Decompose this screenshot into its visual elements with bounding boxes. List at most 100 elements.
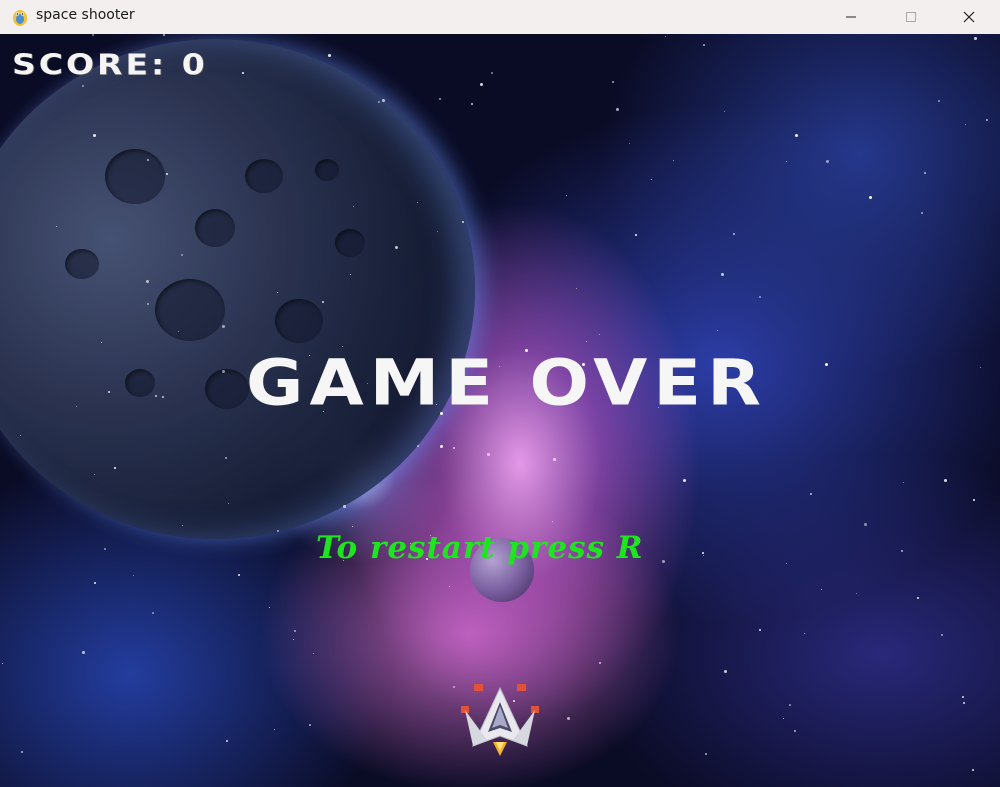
- star: [962, 696, 964, 698]
- planet-background: [0, 39, 475, 539]
- crater: [245, 159, 283, 193]
- star: [322, 301, 324, 303]
- star: [462, 221, 464, 223]
- star: [20, 435, 21, 436]
- maximize-icon: [906, 12, 916, 22]
- star: [162, 396, 164, 398]
- star: [228, 503, 229, 504]
- star: [941, 634, 943, 636]
- star: [294, 630, 296, 632]
- star: [795, 134, 798, 137]
- star: [480, 83, 483, 86]
- star: [343, 505, 346, 508]
- star: [599, 662, 601, 664]
- star: [717, 330, 718, 331]
- star: [612, 81, 614, 83]
- star: [629, 143, 630, 144]
- star: [181, 254, 183, 256]
- star: [92, 34, 94, 36]
- star: [328, 54, 331, 57]
- star: [163, 34, 165, 36]
- star: [810, 493, 812, 495]
- star: [705, 753, 707, 755]
- star: [586, 341, 587, 342]
- star: [864, 523, 867, 526]
- star: [665, 36, 666, 37]
- star: [733, 233, 735, 235]
- star: [352, 526, 353, 527]
- star: [114, 467, 116, 469]
- star: [804, 633, 805, 634]
- game-canvas[interactable]: SCORE: 0 GAME OVER To restart press R: [0, 34, 1000, 787]
- score-display: SCORE: 0: [12, 48, 208, 81]
- star: [82, 651, 85, 654]
- star: [222, 370, 225, 373]
- star: [821, 589, 822, 590]
- score-label: SCORE:: [12, 48, 168, 82]
- star: [226, 740, 228, 742]
- star: [651, 179, 652, 180]
- star: [21, 751, 23, 753]
- star: [759, 629, 761, 631]
- star: [94, 582, 96, 584]
- star: [974, 37, 977, 40]
- star: [133, 575, 134, 576]
- crater: [335, 229, 365, 257]
- game-over-text: GAME OVER: [246, 346, 767, 420]
- star: [972, 769, 974, 771]
- crater: [205, 369, 249, 409]
- star: [794, 730, 796, 732]
- star: [783, 718, 784, 719]
- spaceship-icon: [461, 684, 539, 756]
- star: [76, 406, 77, 407]
- star: [491, 72, 493, 74]
- title-bar[interactable]: space shooter: [0, 0, 1000, 34]
- star: [274, 729, 275, 730]
- star: [789, 704, 791, 706]
- minimize-icon: [846, 16, 856, 18]
- star: [309, 724, 311, 726]
- star: [924, 172, 926, 174]
- star: [986, 119, 988, 121]
- star: [178, 331, 179, 332]
- star: [104, 548, 106, 550]
- maximize-button[interactable]: [882, 0, 940, 34]
- star: [965, 124, 966, 125]
- star: [759, 296, 761, 298]
- star: [980, 367, 981, 368]
- star: [566, 195, 567, 196]
- close-button[interactable]: [940, 0, 998, 34]
- star: [382, 99, 385, 102]
- star: [94, 474, 95, 475]
- star: [702, 552, 704, 554]
- star: [567, 717, 570, 720]
- star: [108, 391, 110, 393]
- star: [269, 607, 270, 608]
- star: [437, 231, 438, 232]
- star: [487, 453, 490, 456]
- star: [826, 160, 829, 163]
- star: [222, 325, 225, 328]
- close-icon: [963, 11, 975, 23]
- star: [93, 134, 96, 137]
- star: [963, 702, 965, 704]
- star: [417, 202, 418, 203]
- star: [313, 653, 314, 654]
- star: [786, 563, 787, 564]
- star: [703, 44, 705, 46]
- star: [155, 395, 157, 397]
- crater: [65, 249, 99, 279]
- star: [786, 161, 787, 162]
- crater: [125, 369, 155, 397]
- star: [395, 246, 398, 249]
- star: [277, 530, 279, 532]
- minimize-button[interactable]: [822, 0, 880, 34]
- star: [440, 445, 443, 448]
- star: [703, 555, 704, 556]
- restart-hint: To restart press R: [316, 530, 644, 566]
- star: [417, 445, 419, 447]
- crater: [105, 149, 165, 204]
- crater: [155, 279, 225, 341]
- star: [973, 499, 975, 501]
- star: [599, 334, 600, 335]
